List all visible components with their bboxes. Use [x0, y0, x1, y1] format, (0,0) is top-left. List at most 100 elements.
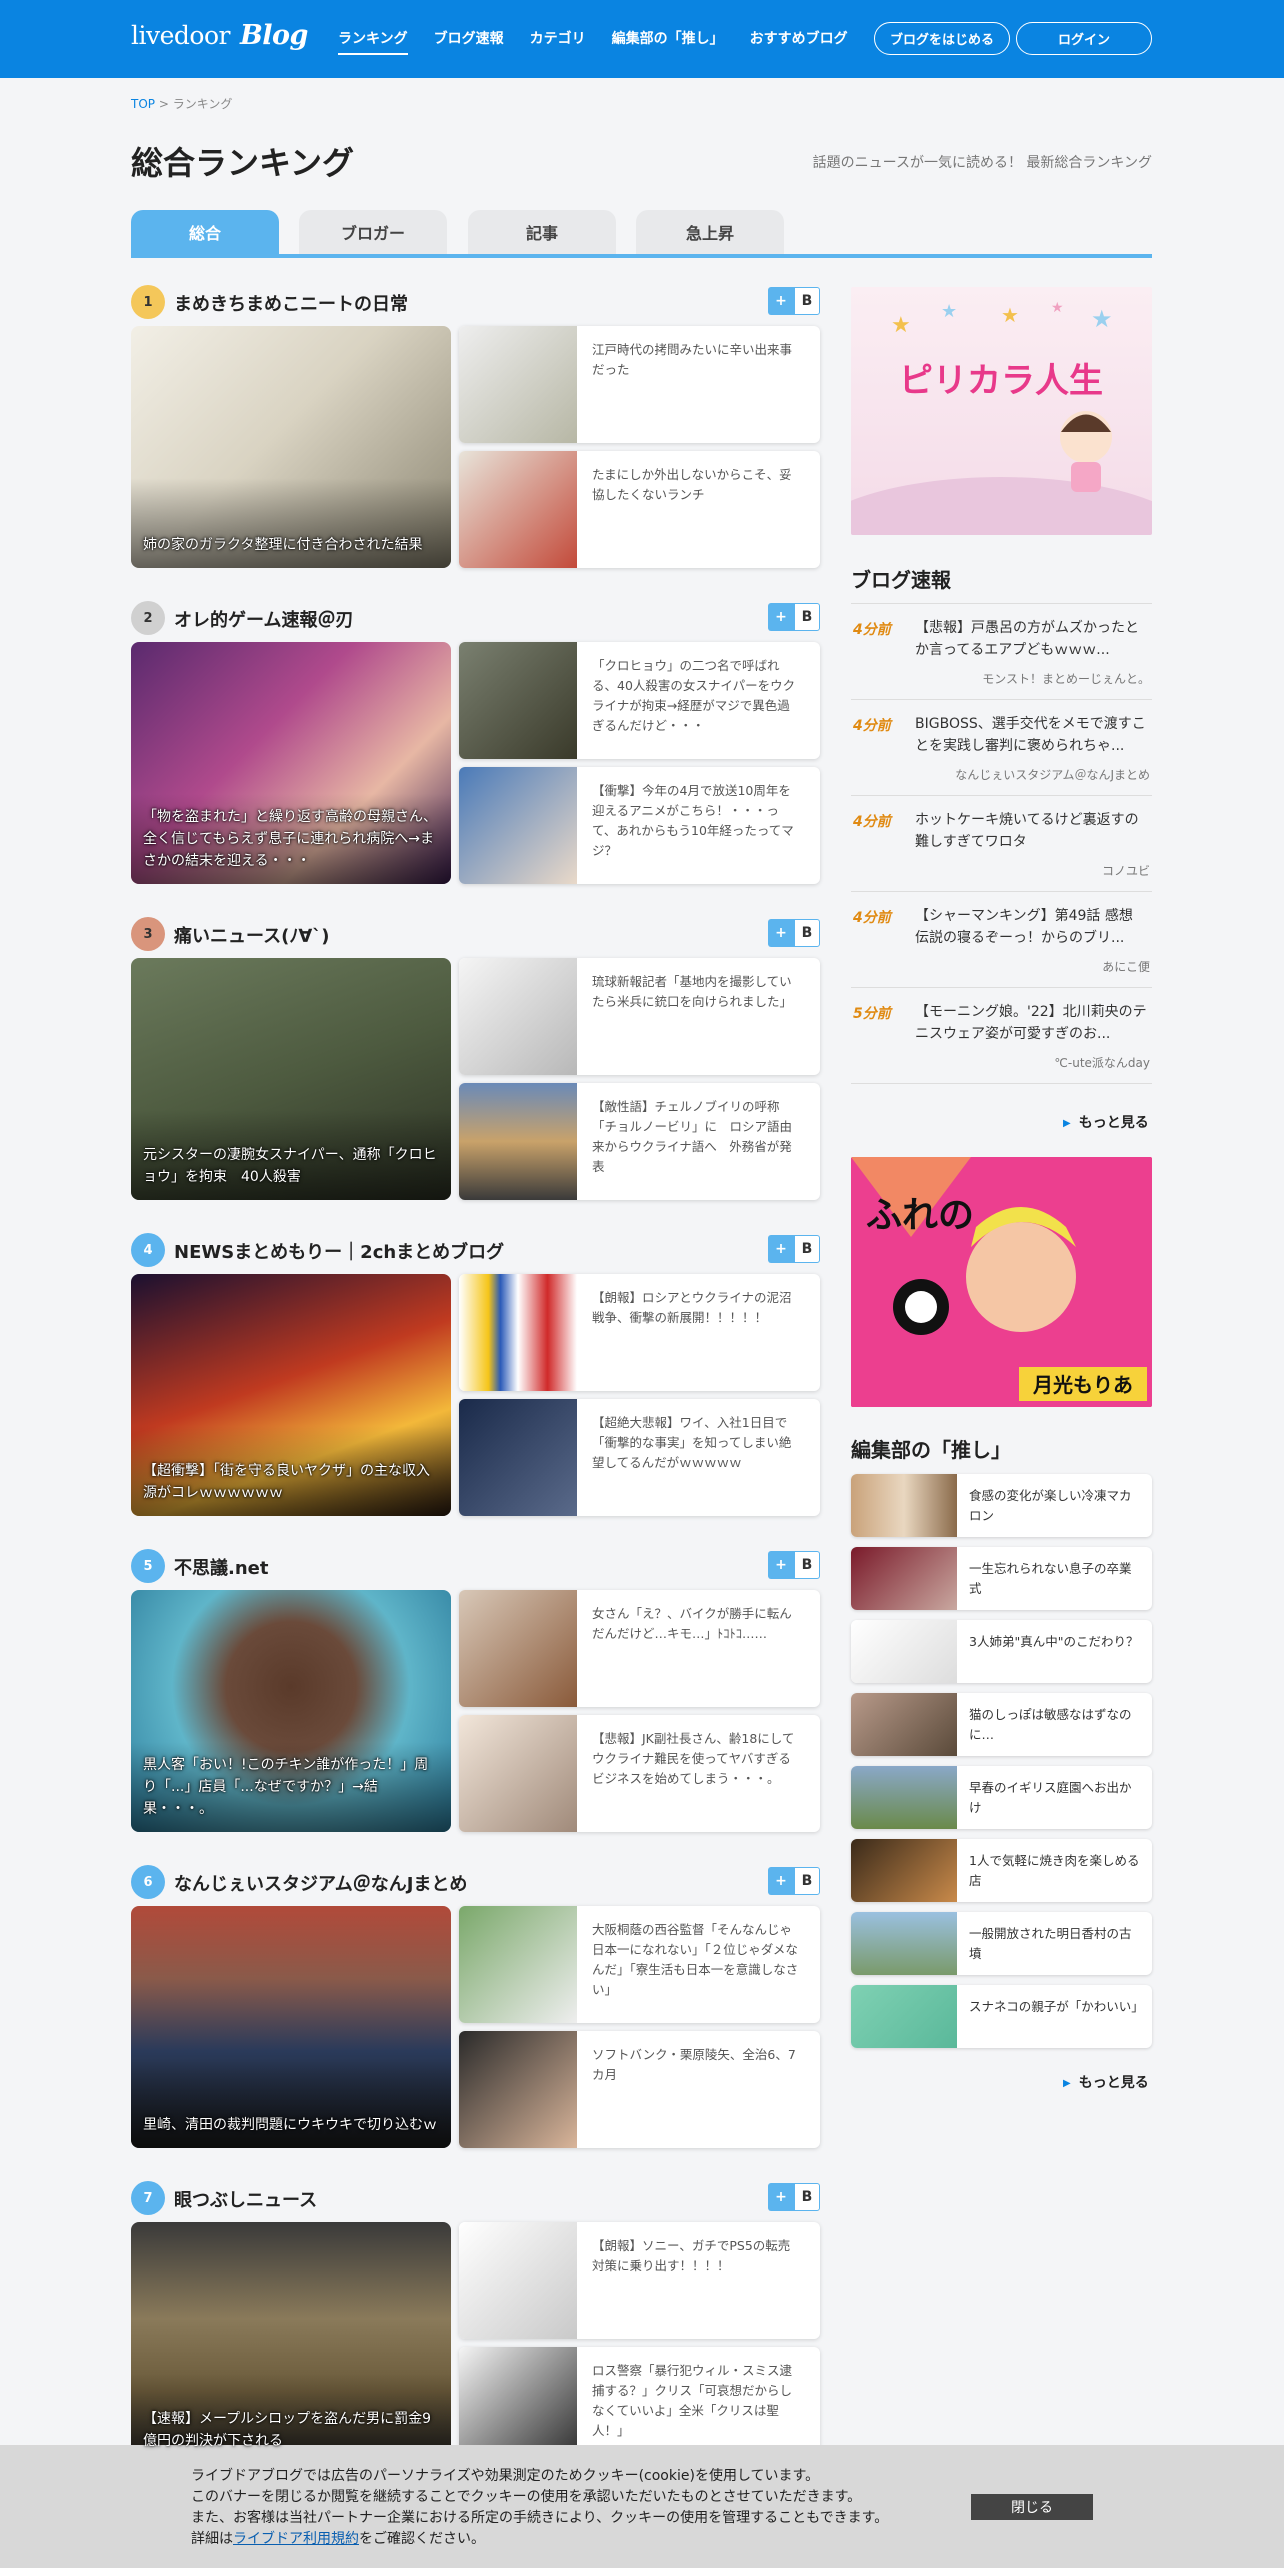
- plus-icon[interactable]: +: [768, 1867, 794, 1895]
- plus-icon[interactable]: +: [768, 1551, 794, 1579]
- sokuho-author: コノユビ: [1101, 864, 1150, 878]
- article-thumbnail: [459, 1590, 577, 1707]
- oshi-title: 編集部の「推し」: [851, 1438, 1011, 1462]
- sidebar-ad-manga[interactable]: ふれの 月光もりあ: [851, 1157, 1152, 1407]
- header: livedoor Blog ランキング ブログ速報 カテゴリ 編集部の「推し」 お…: [0, 0, 1284, 78]
- featured-article[interactable]: 「物を盗まれた」と繰り返す高齢の母親さん、全く信じてもらえず息子に連れられ病院へ…: [131, 642, 451, 884]
- featured-article[interactable]: 元シスターの凄腕女スナイパー、通称「クロヒョウ」を拘束 40人殺害: [131, 958, 451, 1200]
- oshi-item[interactable]: 早春のイギリス庭園へお出かけ: [851, 1766, 1152, 1829]
- article-card[interactable]: 大阪桐蔭の西谷監督「そんなんじゃ日本一になれない」「２位じゃダメなんだ」「寮生活…: [459, 1906, 820, 2023]
- article-title: 【悲報】JK副社長さん、齢18にしてウクライナ難民を使ってヤバすぎるビジネスを始…: [592, 1731, 795, 1786]
- cookie-close-button[interactable]: 閉じる: [971, 2494, 1093, 2520]
- article-card[interactable]: 琉球新報記者「基地内を撮影していたら米兵に銃口を向けられました」: [459, 958, 820, 1075]
- oshi-item[interactable]: スナネコの親子が「かわいい」: [851, 1985, 1152, 2048]
- article-card[interactable]: 「クロヒョウ」の二つ名で呼ばれる、40人殺害の女スナイパーをウクライナが拘束→経…: [459, 642, 820, 759]
- oshi-item-title: 3人姉弟"真ん中"のこだわり？: [969, 1634, 1139, 1649]
- article-card[interactable]: 【朗報】ソニー、ガチでPS5の転売対策に乗り出す！！！！: [459, 2222, 820, 2339]
- sokuho-item[interactable]: 4分前 【シャーマンキング】第49話 感想 伝説の寝るぞーっ！からのブリ... …: [851, 891, 1152, 987]
- breadcrumb: TOP > ランキング: [131, 95, 232, 112]
- article-card[interactable]: ソフトバンク・栗原陵矢、全治6、7カ月: [459, 2031, 820, 2148]
- article-card[interactable]: 【悲報】JK副社長さん、齢18にしてウクライナ難民を使ってヤバすぎるビジネスを始…: [459, 1715, 820, 1832]
- hatena-bookmark-icon[interactable]: B: [794, 287, 820, 315]
- article-card[interactable]: 【朗報】ロシアとウクライナの泥沼戦争、衝撃の新展開！！！！！: [459, 1274, 820, 1391]
- oshi-item[interactable]: 1人で気軽に焼き肉を楽しめる店: [851, 1839, 1152, 1902]
- svg-text:★: ★: [1051, 300, 1064, 316]
- article-card[interactable]: 【衝撃】今年の4月で放送10周年を迎えるアニメがこちら！・・・って、あれからもう…: [459, 767, 820, 884]
- sokuho-item[interactable]: 4分前 BIGBOSS、選手交代をメモで渡すことを実践し審判に褒められちゃ...…: [851, 699, 1152, 795]
- nav-ranking[interactable]: ランキング: [338, 28, 408, 55]
- ad-illustration: ★ ★ ★ ★ ★ ピリカラ人生: [851, 300, 1152, 535]
- oshi-item[interactable]: 一生忘れられない息子の卒業式: [851, 1547, 1152, 1610]
- blog-name-link[interactable]: NEWSまとめもりー｜2chまとめブログ: [174, 1238, 504, 1264]
- ranking-header: 3 痛いニュース(ﾉ∀`) + B: [131, 916, 820, 952]
- sokuho-author: あにこ便: [1102, 960, 1150, 974]
- sokuho-item[interactable]: 4分前 【悲報】戸愚呂の方がムズかったとか言ってるエアプどもｗｗｗ... モンス…: [851, 603, 1152, 699]
- sokuho-time: 4分前: [853, 622, 891, 638]
- blog-name-link[interactable]: 痛いニュース(ﾉ∀`): [174, 922, 329, 948]
- sidebar-ad-banner[interactable]: ★ ★ ★ ★ ★ ピリカラ人生: [851, 287, 1152, 535]
- oshi-item[interactable]: 食感の変化が楽しい冷凍マカロン: [851, 1474, 1152, 1537]
- cookie-line-3: また、お客様は当社パートナー企業における所定の手続きにより、クッキーの使用を管理…: [191, 2510, 889, 2526]
- tab-article[interactable]: 記事: [468, 210, 616, 254]
- article-thumbnail: [459, 1399, 577, 1516]
- featured-article[interactable]: 【速報】メープルシロップを盗んだ男に罰金9億円の判決が下される: [131, 2222, 451, 2464]
- hatena-bookmark-icon[interactable]: B: [794, 1867, 820, 1895]
- blog-name-link[interactable]: 不思議.net: [174, 1554, 268, 1580]
- featured-article[interactable]: 黒人客「おい！!このチキン誰が作った！」周り「...」店員「...なぜですか？」…: [131, 1590, 451, 1832]
- article-card[interactable]: 【敵性語】チェルノブイリの呼称「チョルノービリ」に ロシア語由来からウクライナ語…: [459, 1083, 820, 1200]
- sokuho-time: 4分前: [853, 910, 891, 926]
- start-blog-button[interactable]: ブログをはじめる: [874, 22, 1010, 55]
- oshi-item[interactable]: 猫のしっぽは敏感なはずなのに…: [851, 1693, 1152, 1756]
- nav-blog-sokuho[interactable]: ブログ速報: [434, 28, 504, 55]
- bookmark-buttons: + B: [768, 919, 820, 947]
- featured-article[interactable]: 姉の家のガラクタ整理に付き合わされた結果: [131, 326, 451, 568]
- sokuho-more-link[interactable]: もっと見る: [1063, 1112, 1149, 1132]
- bookmark-buttons: + B: [768, 1235, 820, 1263]
- blog-name-link[interactable]: まめきちまめこニートの日常: [174, 290, 408, 316]
- svg-text:★: ★: [1091, 305, 1113, 333]
- site-logo[interactable]: livedoor Blog: [131, 20, 308, 51]
- oshi-item[interactable]: 一般開放された明日香村の古墳: [851, 1912, 1152, 1975]
- tab-overall[interactable]: 総合: [131, 210, 279, 254]
- oshi-item-title: 一生忘れられない息子の卒業式: [969, 1561, 1132, 1596]
- sokuho-item[interactable]: 4分前 ホットケーキ焼いてるけど裏返すの難しすぎてワロタ コノユビ: [851, 795, 1152, 891]
- nav-category[interactable]: カテゴリ: [530, 28, 586, 55]
- breadcrumb-top[interactable]: TOP: [131, 97, 155, 111]
- hatena-bookmark-icon[interactable]: B: [794, 1551, 820, 1579]
- plus-icon[interactable]: +: [768, 919, 794, 947]
- hatena-bookmark-icon[interactable]: B: [794, 2183, 820, 2211]
- sokuho-author: ℃-ute派なんday: [1054, 1056, 1150, 1070]
- article-card[interactable]: 【超絶大悲報】ワイ、入社1日目で「衝撃的な事実」を知ってしまい絶望してるんだがｗ…: [459, 1399, 820, 1516]
- article-card[interactable]: 女さん「え？、バイクが勝手に転んだんだけど…キモ…」ﾄｺﾄｺ……: [459, 1590, 820, 1707]
- sokuho-item[interactable]: 5分前 【モーニング娘。'22】北川莉央のテニスウェア姿が可愛すぎのお... ℃…: [851, 987, 1152, 1083]
- nav-recommended[interactable]: おすすめブログ: [750, 28, 848, 55]
- oshi-more-link[interactable]: もっと見る: [1063, 2072, 1149, 2092]
- tab-blogger[interactable]: ブロガー: [299, 210, 447, 254]
- featured-article-title: 里崎、清田の裁判問題にウキウキで切り込むｗ: [143, 2117, 437, 2133]
- oshi-thumbnail: [851, 1912, 957, 1975]
- oshi-item[interactable]: 3人姉弟"真ん中"のこだわり？: [851, 1620, 1152, 1683]
- ranking-section: 7 眼つぶしニュース + B 【速報】メープルシロップを盗んだ男に罰金9億円の判決…: [131, 2180, 820, 2468]
- main-nav: ランキング ブログ速報 カテゴリ 編集部の「推し」 おすすめブログ: [338, 28, 874, 55]
- terms-link[interactable]: ライブドア利用規約: [233, 2531, 359, 2547]
- nav-editor-picks[interactable]: 編集部の「推し」: [612, 28, 724, 55]
- blog-name-link[interactable]: なんじぇいスタジアム＠なんJまとめ: [174, 1870, 467, 1896]
- hatena-bookmark-icon[interactable]: B: [794, 919, 820, 947]
- hatena-bookmark-icon[interactable]: B: [794, 1235, 820, 1263]
- hatena-bookmark-icon[interactable]: B: [794, 603, 820, 631]
- plus-icon[interactable]: +: [768, 603, 794, 631]
- featured-article[interactable]: 【超衝撃】「街を守る良いヤクザ」の主な収入源がコレｗｗｗｗｗｗ: [131, 1274, 451, 1516]
- plus-icon[interactable]: +: [768, 1235, 794, 1263]
- plus-icon[interactable]: +: [768, 2183, 794, 2211]
- ranking-header: 2 オレ的ゲーム速報＠刃 + B: [131, 600, 820, 636]
- tab-rising[interactable]: 急上昇: [636, 210, 784, 254]
- plus-icon[interactable]: +: [768, 287, 794, 315]
- login-button[interactable]: ログイン: [1016, 22, 1152, 55]
- ranking-section: 6 なんじぇいスタジアム＠なんJまとめ + B 里崎、清田の裁判問題にウキウキで切…: [131, 1864, 820, 2152]
- article-card[interactable]: たまにしか外出しないからこそ、妥協したくないランチ: [459, 451, 820, 568]
- blog-name-link[interactable]: オレ的ゲーム速報＠刃: [174, 606, 353, 632]
- article-title: 琉球新報記者「基地内を撮影していたら米兵に銃口を向けられました」: [592, 974, 793, 1009]
- blog-name-link[interactable]: 眼つぶしニュース: [174, 2186, 317, 2212]
- featured-article[interactable]: 里崎、清田の裁判問題にウキウキで切り込むｗ: [131, 1906, 451, 2148]
- article-card[interactable]: 江戸時代の拷問みたいに辛い出来事だった: [459, 326, 820, 443]
